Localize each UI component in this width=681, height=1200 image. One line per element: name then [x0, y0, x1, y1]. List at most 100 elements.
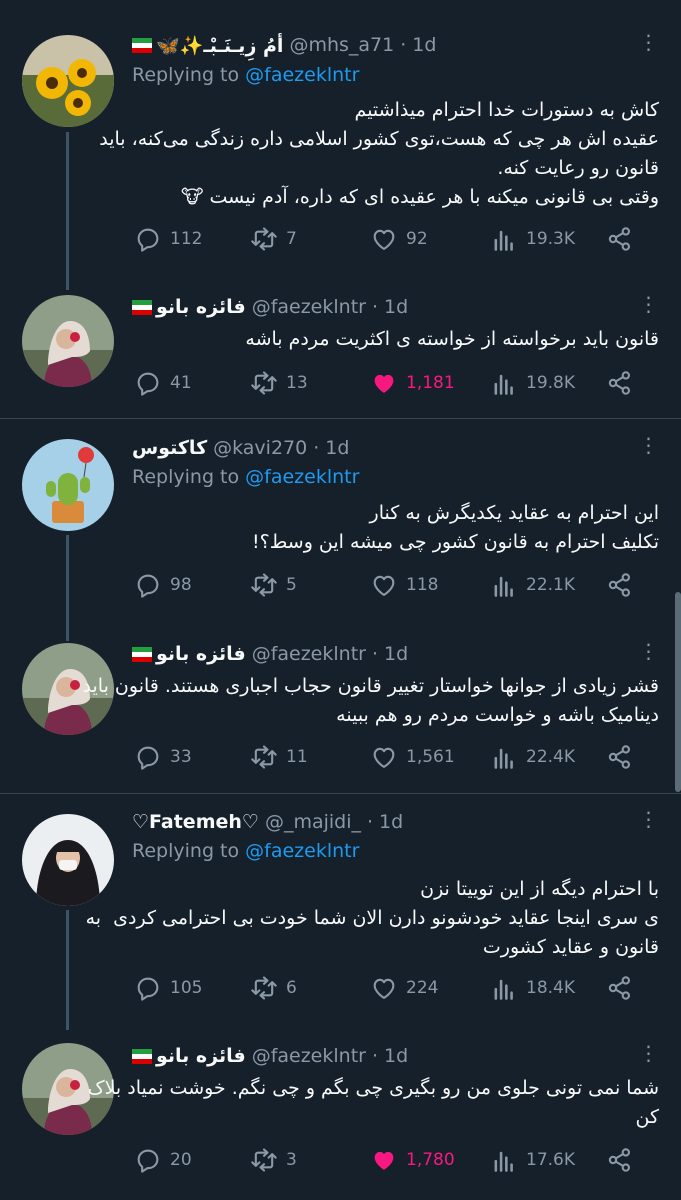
analytics-icon: [494, 374, 513, 395]
views-button[interactable]: 18.4K: [490, 973, 575, 1003]
user-handle[interactable]: @faezeklntr: [252, 1045, 366, 1067]
replying-handle-link[interactable]: @faezeklntr: [245, 64, 359, 86]
replying-handle-link[interactable]: @faezeklntr: [245, 840, 359, 862]
share-button[interactable]: [606, 973, 642, 1003]
separator-dot: ·: [367, 811, 374, 833]
heart-outline-icon: [373, 229, 395, 250]
tweet-text-line: قانون رو رعایت کنه.: [497, 157, 659, 179]
avatar-woman-hijab-image: [22, 295, 114, 387]
timestamp[interactable]: 1d: [412, 34, 436, 56]
user-handle[interactable]: @faezeklntr: [252, 643, 366, 665]
display-name[interactable]: فائزه بانو: [156, 296, 246, 318]
share-button[interactable]: [606, 224, 642, 254]
replying-handle-link[interactable]: @faezeklntr: [245, 466, 359, 488]
analytics-icon: [494, 1151, 513, 1172]
action-bar: 112 7 92 19.3K: [132, 224, 642, 254]
tweet-text: با احترام دیگه از این توییتا نزن ی سری ا…: [86, 875, 659, 962]
retweet-button[interactable]: 13: [250, 368, 308, 398]
scrollbar-thumb[interactable]: [675, 592, 681, 792]
more-options-icon[interactable]: ⋮: [633, 435, 663, 461]
retweet-button[interactable]: 3: [250, 1145, 297, 1175]
heart-outline-icon: [373, 747, 395, 768]
action-bar: 20 3 1,780 17.6K: [132, 1145, 642, 1175]
timestamp[interactable]: 1d: [384, 296, 408, 318]
avatar[interactable]: [22, 295, 114, 387]
retweet-icon: [251, 745, 277, 769]
tweet-text: این احترام به عقاید یکدیگرش به کنار تکلی…: [132, 499, 659, 557]
separator-dot: ·: [371, 296, 379, 318]
tweet-header: فائزه بانو @faezeklntr · 1d: [132, 641, 621, 667]
reply-button[interactable]: 20: [134, 1145, 192, 1175]
tweet-card[interactable]: ♡Fatemeh♡ @_majidi_ · 1d ⋮ Replying to @…: [0, 794, 681, 1030]
like-button[interactable]: 1,780: [370, 1145, 455, 1175]
views-button[interactable]: 22.1K: [490, 570, 575, 600]
retweet-button[interactable]: 6: [250, 973, 297, 1003]
user-handle[interactable]: @faezeklntr: [252, 296, 366, 318]
share-icon: [608, 745, 631, 769]
avatar[interactable]: [22, 814, 114, 906]
retweet-button[interactable]: 7: [250, 224, 297, 254]
retweet-button[interactable]: 11: [250, 742, 308, 772]
more-options-icon[interactable]: ⋮: [633, 641, 663, 667]
timestamp[interactable]: 1d: [325, 437, 349, 459]
like-button[interactable]: 1,561: [370, 742, 455, 772]
tweet-card[interactable]: فائزه بانو @faezeklntr · 1d ⋮ قانون باید…: [0, 290, 681, 417]
action-bar: 98 5 118 22.1K: [132, 570, 642, 600]
display-name[interactable]: فائزه بانو: [156, 643, 246, 665]
timestamp[interactable]: 1d: [384, 643, 408, 665]
tweet-card[interactable]: فائزه بانو @faezeklntr · 1d ⋮ شما نمی تو…: [0, 1030, 681, 1200]
timestamp[interactable]: 1d: [379, 811, 403, 833]
tweet-card[interactable]: أمُ زِیـنَـبْ‍ـ✨🦋 @mhs_a71 · 1d ⋮ Replyi…: [0, 0, 681, 290]
share-button[interactable]: [606, 1145, 642, 1175]
reply-button[interactable]: 105: [134, 973, 202, 1003]
display-name[interactable]: أمُ زِیـنَـبْ‍ـ✨🦋: [156, 34, 283, 57]
timestamp[interactable]: 1d: [384, 1045, 408, 1067]
retweet-icon: [251, 573, 277, 597]
views-button[interactable]: 19.8K: [490, 368, 575, 398]
like-button[interactable]: 1,181: [370, 368, 455, 398]
iran-flag-icon: [132, 646, 152, 662]
retweet-icon: [251, 227, 277, 251]
views-button[interactable]: 22.4K: [490, 742, 575, 772]
reply-button[interactable]: 41: [134, 368, 192, 398]
tweet-text-line: تکلیف احترام به قانون کشور چی میشه این و…: [252, 531, 659, 553]
share-button[interactable]: [606, 570, 642, 600]
retweet-icon: [251, 976, 277, 1000]
tweet-text-line: این احترام به عقاید یکدیگرش به کنار: [369, 502, 659, 524]
views-button[interactable]: 17.6K: [490, 1145, 575, 1175]
like-button[interactable]: 118: [370, 570, 438, 600]
share-button[interactable]: [606, 368, 642, 398]
more-options-icon[interactable]: ⋮: [633, 32, 663, 58]
reply-button[interactable]: 33: [134, 742, 192, 772]
like-button[interactable]: 224: [370, 973, 438, 1003]
user-handle[interactable]: @kavi270: [213, 437, 307, 459]
reply-icon: [137, 1149, 159, 1173]
avatar[interactable]: [22, 439, 114, 531]
like-count: 1,561: [406, 747, 455, 767]
display-name[interactable]: کاکتوس: [132, 437, 207, 459]
reply-button[interactable]: 98: [134, 570, 192, 600]
analytics-icon: [494, 576, 513, 597]
replying-to: Replying to @faezeklntr: [132, 466, 359, 488]
user-handle[interactable]: @mhs_a71: [289, 34, 394, 56]
like-button[interactable]: 92: [370, 224, 428, 254]
more-options-icon[interactable]: ⋮: [633, 294, 663, 320]
user-handle[interactable]: @_majidi_: [265, 811, 361, 833]
tweet-header: فائزه بانو @faezeklntr · 1d: [132, 1043, 621, 1069]
retweet-button[interactable]: 5: [250, 570, 297, 600]
display-name[interactable]: فائزه بانو: [156, 1045, 246, 1067]
tweet-text-line: قانون و عقاید کشورت: [482, 936, 659, 958]
display-name[interactable]: ♡Fatemeh♡: [132, 811, 259, 833]
tweet-card[interactable]: فائزه بانو @faezeklntr · 1d ⋮ قشر زیادی …: [0, 641, 681, 793]
more-options-icon[interactable]: ⋮: [633, 1043, 663, 1069]
more-options-icon[interactable]: ⋮: [633, 809, 663, 835]
retweet-count: 11: [286, 747, 308, 767]
tweet-text-line: قشر زیادی از جوانها خواستار تغییر قانون …: [82, 675, 659, 697]
tweet-text: قانون باید برخواسته از خواسته ی اکثریت م…: [132, 325, 659, 354]
avatar[interactable]: [22, 35, 114, 127]
tweet-card[interactable]: کاکتوس @kavi270 · 1d ⋮ Replying to @faez…: [0, 419, 681, 641]
views-button[interactable]: 19.3K: [490, 224, 575, 254]
reply-button[interactable]: 112: [134, 224, 202, 254]
share-button[interactable]: [606, 742, 642, 772]
view-count: 18.4K: [526, 978, 575, 998]
